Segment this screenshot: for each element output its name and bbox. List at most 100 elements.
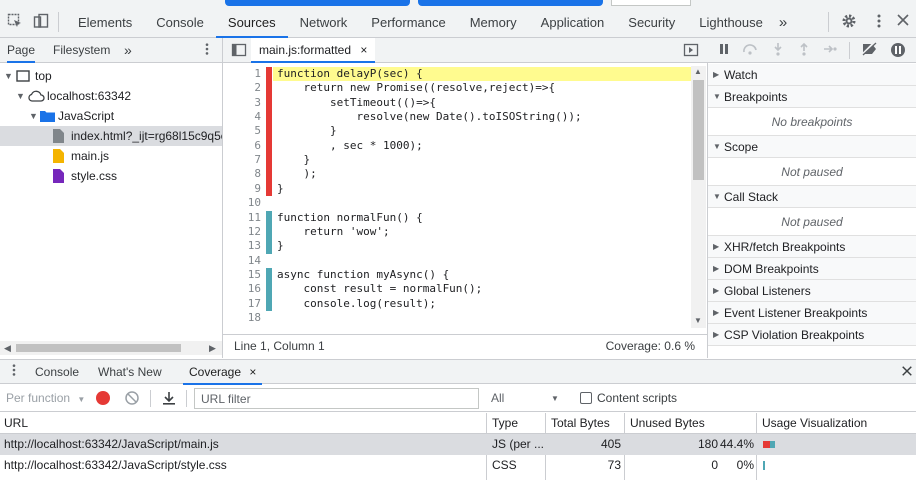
drawer-tab-coverage[interactable]: Coverage × bbox=[183, 360, 263, 385]
coverage-mode-select[interactable]: Per function ▼ bbox=[6, 385, 85, 412]
step-out-icon[interactable] bbox=[795, 42, 813, 60]
drawer-tab-whats-new[interactable]: What's New bbox=[98, 360, 162, 385]
line-number[interactable]: 1 bbox=[223, 67, 261, 81]
step-icon[interactable] bbox=[821, 42, 839, 60]
expand-arrow-icon[interactable]: ▶ bbox=[713, 324, 719, 346]
tab-sources[interactable]: Sources bbox=[215, 6, 288, 38]
line-number[interactable]: 9 bbox=[223, 182, 261, 196]
code-line[interactable]: 14 bbox=[223, 254, 691, 268]
tab-network[interactable]: Network bbox=[288, 6, 360, 38]
tab-elements[interactable]: Elements bbox=[66, 6, 144, 38]
tab-console[interactable]: Console bbox=[144, 6, 216, 38]
section-csp-violation-breakpoints[interactable]: ▶ CSP Violation Breakpoints bbox=[708, 324, 916, 346]
expand-arrow-icon[interactable]: ▶ bbox=[713, 302, 719, 324]
code-line[interactable]: 16 const result = normalFun(); bbox=[223, 282, 691, 297]
toggle-debugger-icon[interactable] bbox=[683, 42, 699, 61]
inspect-element-icon[interactable] bbox=[6, 13, 24, 31]
table-row[interactable]: http://localhost:63342/JavaScript/style.… bbox=[0, 455, 916, 476]
step-over-icon[interactable] bbox=[741, 42, 759, 60]
col-total-bytes[interactable]: Total Bytes bbox=[547, 413, 610, 434]
close-tab-icon[interactable]: × bbox=[360, 43, 367, 57]
code-line[interactable]: 18 bbox=[223, 311, 691, 325]
drawer-menu-icon[interactable] bbox=[5, 363, 23, 381]
tree-item-localhost[interactable]: ▼ localhost:63342 bbox=[0, 86, 222, 106]
line-number[interactable]: 13 bbox=[223, 239, 261, 253]
tree-item-main-js[interactable]: main.js bbox=[0, 146, 222, 166]
code-line[interactable]: 11 function normalFun() { bbox=[223, 210, 691, 225]
tree-item-style-css[interactable]: style.css bbox=[0, 166, 222, 186]
close-drawer-icon[interactable] bbox=[898, 363, 916, 381]
export-download-icon[interactable] bbox=[161, 390, 177, 409]
tab-application[interactable]: Application bbox=[529, 6, 617, 38]
line-number[interactable]: 10 bbox=[223, 196, 261, 210]
section-dom-breakpoints[interactable]: ▶ DOM Breakpoints bbox=[708, 258, 916, 280]
code-line[interactable]: 6 , sec * 1000); bbox=[223, 138, 691, 154]
line-number[interactable]: 14 bbox=[223, 254, 261, 268]
line-number[interactable]: 2 bbox=[223, 81, 261, 95]
line-number[interactable]: 17 bbox=[223, 297, 261, 311]
line-number[interactable]: 4 bbox=[223, 110, 261, 124]
section-global-listeners[interactable]: ▶ Global Listeners bbox=[708, 280, 916, 302]
url-filter-input[interactable]: URL filter bbox=[194, 388, 479, 409]
editor-scroll-thumb[interactable] bbox=[693, 80, 704, 180]
col-usage-visualization[interactable]: Usage Visualization bbox=[758, 413, 867, 434]
code-line[interactable]: 10 bbox=[223, 196, 691, 210]
tab-filesystem[interactable]: Filesystem bbox=[53, 38, 110, 63]
section-watch[interactable]: ▶ Watch bbox=[708, 64, 916, 86]
tab-lighthouse[interactable]: Lighthouse bbox=[687, 6, 775, 38]
code-line[interactable]: 8 ); bbox=[223, 167, 691, 182]
col-url[interactable]: URL bbox=[0, 413, 28, 434]
step-into-icon[interactable] bbox=[769, 42, 787, 60]
expand-arrow-icon[interactable]: ▶ bbox=[713, 258, 719, 280]
device-toolbar-icon[interactable] bbox=[32, 13, 50, 31]
pause-on-exceptions-icon[interactable] bbox=[889, 42, 907, 60]
clear-icon[interactable] bbox=[124, 390, 140, 409]
collapse-arrow-icon[interactable]: ▼ bbox=[713, 86, 721, 108]
expand-arrow-icon[interactable]: ▶ bbox=[713, 280, 719, 302]
editor-tab-main-js[interactable]: main.js:formatted × bbox=[251, 38, 376, 63]
code-line[interactable]: 1 function delayP(sec) { bbox=[223, 67, 691, 82]
code-line[interactable]: 17 console.log(result); bbox=[223, 296, 691, 311]
tree-item-top[interactable]: ▼ top bbox=[0, 66, 222, 86]
section-call-stack[interactable]: ▼ Call Stack bbox=[708, 186, 916, 208]
collapse-arrow-icon[interactable]: ▼ bbox=[713, 186, 721, 208]
navigator-more-button[interactable]: » bbox=[124, 38, 132, 63]
expand-arrow-icon[interactable]: ▶ bbox=[713, 64, 719, 86]
section-scope[interactable]: ▼ Scope bbox=[708, 136, 916, 158]
section-event-listener-breakpoints[interactable]: ▶ Event Listener Breakpoints bbox=[708, 302, 916, 324]
code-line[interactable]: 13} bbox=[223, 239, 691, 254]
line-number[interactable]: 5 bbox=[223, 124, 261, 138]
pause-icon[interactable] bbox=[715, 42, 733, 60]
code-line[interactable]: 2 return new Promise((resolve,reject)=>{ bbox=[223, 81, 691, 96]
settings-gear-icon[interactable] bbox=[840, 13, 858, 31]
line-number[interactable]: 12 bbox=[223, 225, 261, 239]
col-unused-bytes[interactable]: Unused Bytes bbox=[626, 413, 705, 434]
expand-arrow-icon[interactable]: ▶ bbox=[713, 236, 719, 258]
table-row[interactable]: http://localhost:63342/JavaScript/main.j… bbox=[0, 434, 916, 455]
code-line[interactable]: 15 async function myAsync() { bbox=[223, 267, 691, 283]
line-number[interactable]: 7 bbox=[223, 153, 261, 167]
line-number[interactable]: 11 bbox=[223, 211, 261, 225]
code-line[interactable]: 9} bbox=[223, 181, 691, 197]
tree-item-javascript-folder[interactable]: ▼ JavaScript bbox=[0, 106, 222, 126]
col-type[interactable]: Type bbox=[488, 413, 518, 434]
code-line[interactable]: 12 return 'wow'; bbox=[223, 224, 691, 240]
section-xhr-fetch-breakpoints[interactable]: ▶ XHR/fetch Breakpoints bbox=[708, 236, 916, 258]
line-number[interactable]: 18 bbox=[223, 311, 261, 325]
tab-memory[interactable]: Memory bbox=[458, 6, 529, 38]
code-line[interactable]: 7 } bbox=[223, 153, 691, 168]
tab-security[interactable]: Security bbox=[616, 6, 687, 38]
code-line[interactable]: 3 setTimeout(()=>{ bbox=[223, 95, 691, 111]
section-breakpoints[interactable]: ▼ Breakpoints bbox=[708, 86, 916, 108]
line-number[interactable]: 8 bbox=[223, 167, 261, 181]
record-button[interactable] bbox=[96, 391, 110, 405]
drawer-tab-console[interactable]: Console bbox=[35, 360, 79, 385]
more-options-icon[interactable] bbox=[870, 13, 888, 31]
code-line[interactable]: 4 resolve(new Date().toISOString()); bbox=[223, 110, 691, 125]
line-number[interactable]: 6 bbox=[223, 139, 261, 153]
line-number[interactable]: 16 bbox=[223, 282, 261, 296]
toggle-navigator-icon[interactable] bbox=[231, 42, 247, 61]
navigator-horizontal-scrollbar[interactable]: ◀ ▶ bbox=[0, 341, 222, 355]
close-devtools-icon[interactable] bbox=[894, 13, 912, 31]
tab-page[interactable]: Page bbox=[7, 38, 36, 63]
